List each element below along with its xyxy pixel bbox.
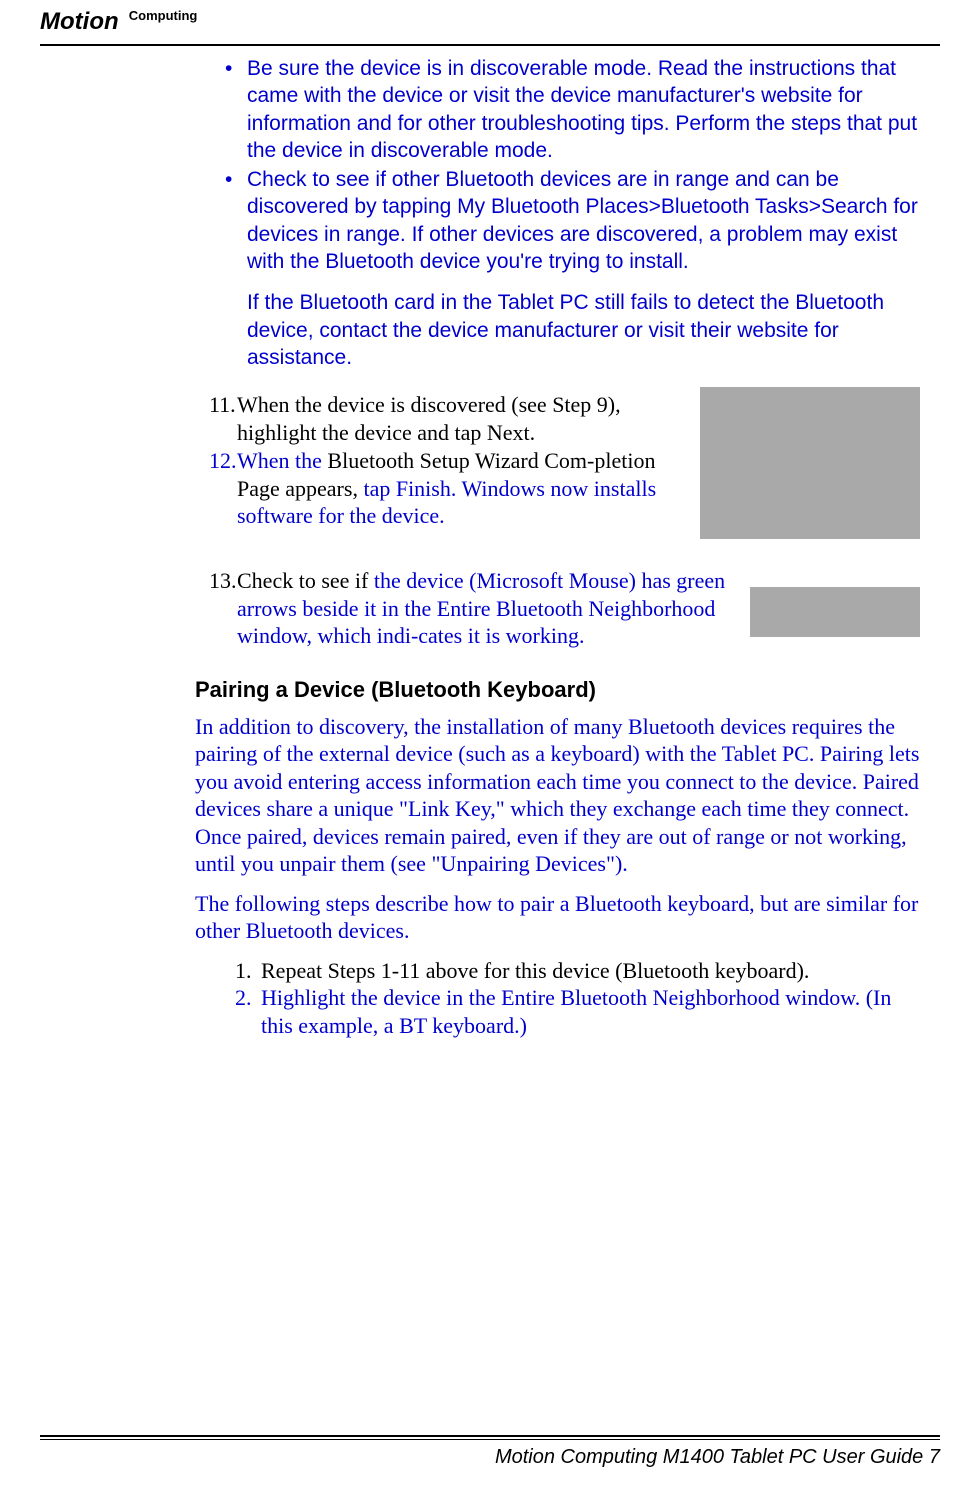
- steps-11-12-text: 11. When the device is discovered (see S…: [195, 385, 686, 531]
- pairing-para-1: In addition to discovery, the installati…: [195, 713, 920, 878]
- bullet-item: • Be sure the device is in discoverable …: [225, 55, 920, 164]
- logo-motion: Motion: [40, 8, 119, 36]
- pairing-step: 1. Repeat Steps 1-11 above for this devi…: [235, 957, 920, 985]
- steps-11-12-wrap: 11. When the device is discovered (see S…: [195, 385, 920, 539]
- step-number: 1.: [235, 957, 261, 985]
- bullet-item: • Check to see if other Bluetooth device…: [225, 166, 920, 275]
- step-12: 12. When the Bluetooth Setup Wizard Com-…: [209, 447, 686, 530]
- step-text: Highlight the device in the Entire Bluet…: [261, 984, 920, 1039]
- bullet-note: If the Bluetooth card in the Tablet PC s…: [247, 289, 920, 371]
- footer-rule-thin: [40, 1439, 940, 1440]
- page-header: Motion Computing: [0, 0, 980, 36]
- header-rule: [40, 44, 940, 46]
- pairing-step: 2. Highlight the device in the Entire Bl…: [235, 984, 920, 1039]
- troubleshoot-bullets: • Be sure the device is in discoverable …: [225, 55, 920, 275]
- step-number: 13.: [209, 567, 237, 650]
- page-number: 7: [929, 1446, 940, 1468]
- pairing-steps: 1. Repeat Steps 1-11 above for this devi…: [235, 957, 920, 1040]
- section-heading: Pairing a Device (Bluetooth Keyboard): [195, 677, 920, 703]
- footer-title: Motion Computing M1400 Tablet PC User Gu…: [495, 1446, 923, 1468]
- bullet-text: Be sure the device is in discoverable mo…: [247, 55, 920, 164]
- footer-rule-thick: [40, 1435, 940, 1437]
- page-content: • Be sure the device is in discoverable …: [195, 55, 920, 1039]
- pairing-para-2: The following steps describe how to pair…: [195, 890, 920, 945]
- step-number: 12.: [209, 447, 237, 530]
- step-11: 11. When the device is discovered (see S…: [209, 391, 686, 446]
- step-text: When the device is discovered (see Step …: [237, 391, 686, 446]
- step-13-wrap: 13. Check to see if the device (Microsof…: [195, 561, 920, 651]
- step-number: 11.: [209, 391, 237, 446]
- page-footer: Motion Computing M1400 Tablet PC User Gu…: [0, 1435, 980, 1469]
- screenshot-placeholder-2: [750, 587, 920, 637]
- bullet-mark: •: [225, 55, 247, 164]
- step-13-text: 13. Check to see if the device (Microsof…: [195, 561, 736, 651]
- step-text: Check to see if the device (Microsoft Mo…: [237, 567, 736, 650]
- screenshot-placeholder-1: [700, 387, 920, 539]
- step-number: 2.: [235, 984, 261, 1039]
- step-13: 13. Check to see if the device (Microsof…: [209, 567, 736, 650]
- bullet-mark: •: [225, 166, 247, 275]
- bullet-text: Check to see if other Bluetooth devices …: [247, 166, 920, 275]
- logo: Motion Computing: [40, 8, 197, 36]
- logo-computing: Computing: [129, 8, 198, 23]
- step-text: Repeat Steps 1-11 above for this device …: [261, 957, 920, 985]
- step-text: When the Bluetooth Setup Wizard Com-plet…: [237, 447, 686, 530]
- footer-text: Motion Computing M1400 Tablet PC User Gu…: [0, 1446, 940, 1469]
